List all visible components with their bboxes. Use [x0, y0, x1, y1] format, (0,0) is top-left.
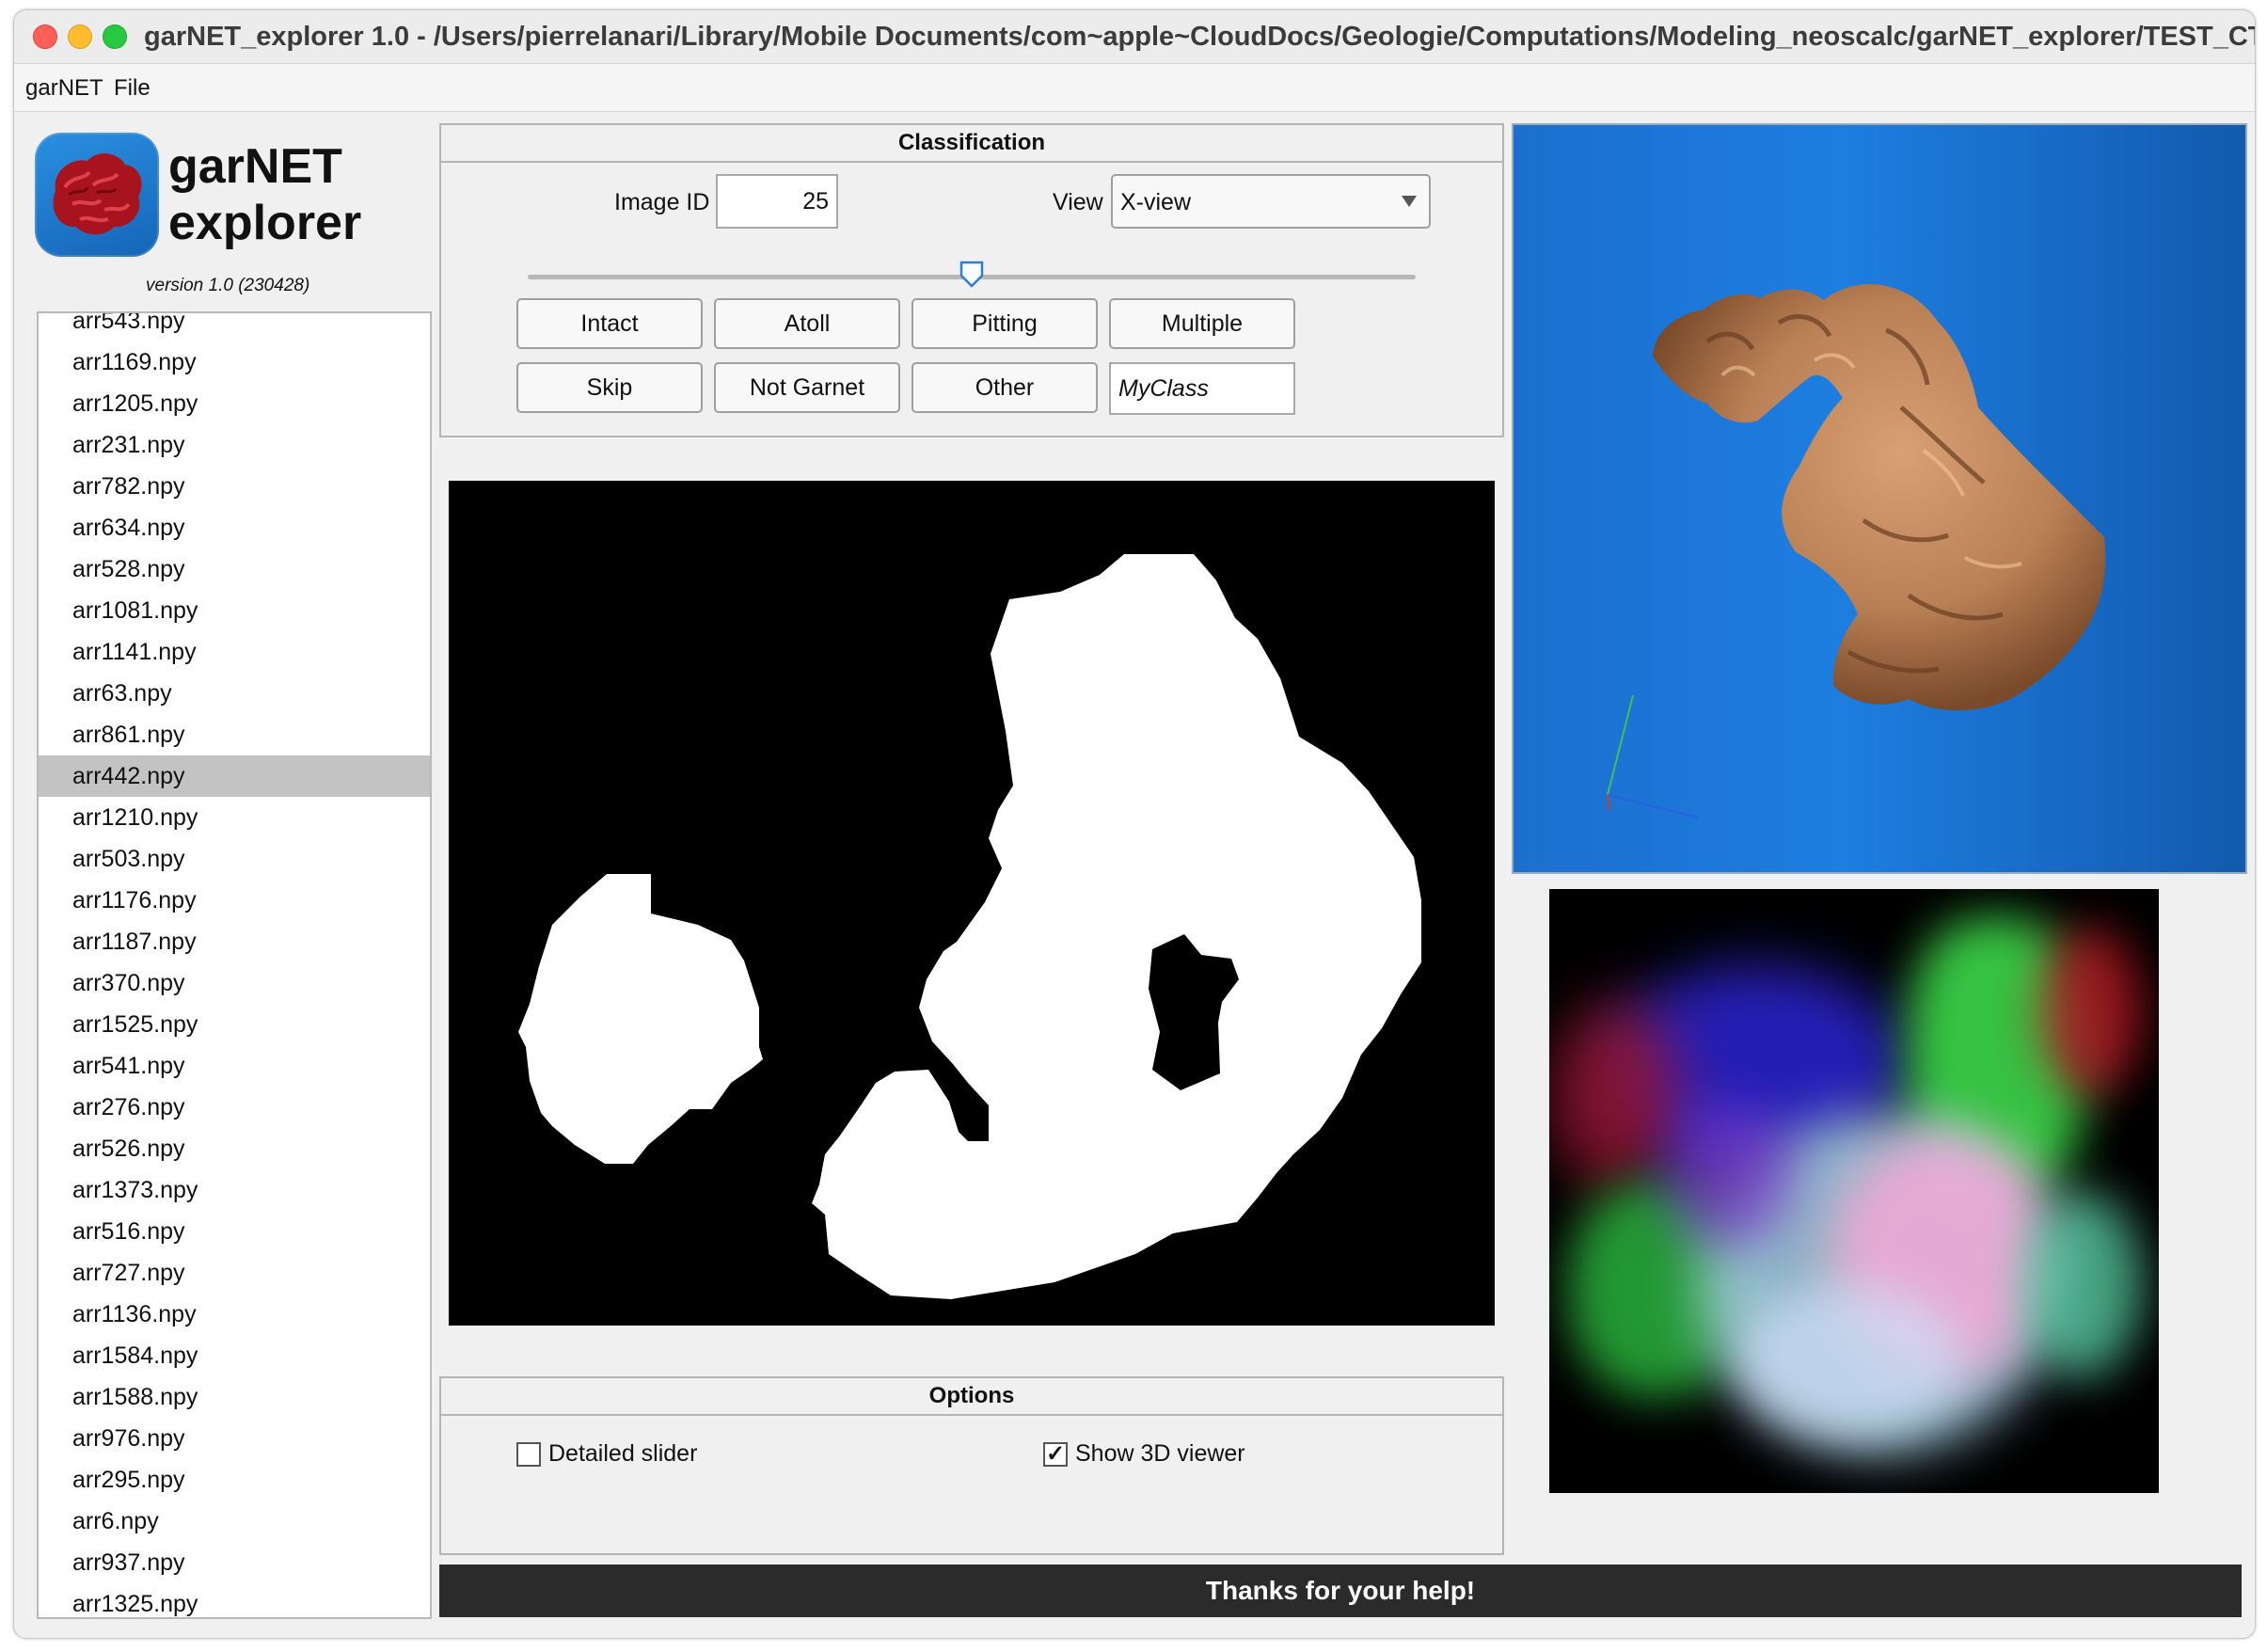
- garnet-3d-render: [1607, 283, 2106, 818]
- image-id-label: Image ID: [614, 189, 710, 215]
- view-dropdown[interactable]: X-view: [1111, 174, 1431, 229]
- show-3d-viewer-checkbox[interactable]: ✓: [1043, 1442, 1068, 1467]
- file-list-item[interactable]: arr1584.npy: [39, 1335, 430, 1376]
- pitting-button[interactable]: Pitting: [912, 298, 1098, 349]
- file-list-item[interactable]: arr782.npy: [39, 466, 430, 507]
- color-projection-image: [1549, 889, 2159, 1493]
- file-list-item[interactable]: arr1176.npy: [39, 880, 430, 921]
- file-list-item[interactable]: arr442.npy: [39, 755, 430, 797]
- menu-file[interactable]: File: [114, 75, 151, 102]
- file-list-item[interactable]: arr937.npy: [39, 1542, 430, 1583]
- file-list-item[interactable]: arr1210.npy: [39, 797, 430, 838]
- detailed-slider-label: Detailed slider: [548, 1440, 698, 1467]
- file-list-item[interactable]: arr1205.npy: [39, 383, 430, 424]
- show-3d-viewer-label: Show 3D viewer: [1075, 1440, 1245, 1467]
- app-window: garNET_explorer 1.0 - /Users/pierrelanar…: [13, 9, 2256, 1639]
- file-list-item[interactable]: arr1169.npy: [39, 342, 430, 383]
- classification-panel: Classification Image ID 25 View X-view I…: [439, 123, 1504, 437]
- file-list-item[interactable]: arr543.npy: [39, 313, 430, 342]
- view-label: View: [1053, 189, 1103, 215]
- app-name-line1: garNET: [168, 139, 342, 194]
- 3d-viewer[interactable]: [1512, 123, 2247, 874]
- file-list-item[interactable]: arr861.npy: [39, 714, 430, 755]
- file-list-item[interactable]: arr1081.npy: [39, 590, 430, 631]
- status-footer: Thanks for your help!: [439, 1565, 2242, 1617]
- detailed-slider-checkbox[interactable]: [516, 1442, 541, 1467]
- file-list-item[interactable]: arr634.npy: [39, 507, 430, 548]
- close-window-button[interactable]: [33, 24, 57, 49]
- custom-class-input[interactable]: MyClass: [1109, 362, 1295, 415]
- file-list-item[interactable]: arr1136.npy: [39, 1294, 430, 1335]
- file-list-item[interactable]: arr526.npy: [39, 1128, 430, 1169]
- chevron-down-icon: [1402, 196, 1417, 207]
- skip-button[interactable]: Skip: [516, 362, 703, 413]
- options-header: Options: [441, 1378, 1502, 1416]
- multiple-button[interactable]: Multiple: [1109, 298, 1295, 349]
- classification-header: Classification: [441, 125, 1502, 163]
- image-slider[interactable]: [528, 261, 1416, 298]
- file-list-item[interactable]: arr1187.npy: [39, 921, 430, 962]
- menu-bar: garNET File: [14, 64, 2255, 112]
- options-panel: Options Detailed slider ✓ Show 3D viewer: [439, 1376, 1504, 1555]
- file-list-item[interactable]: arr1373.npy: [39, 1169, 430, 1211]
- app-logo-icon: [35, 133, 159, 257]
- atoll-button[interactable]: Atoll: [714, 298, 900, 349]
- image-id-input[interactable]: 25: [716, 174, 838, 229]
- file-list-item[interactable]: arr976.npy: [39, 1418, 430, 1459]
- app-name: garNET explorer: [168, 138, 361, 251]
- file-list[interactable]: arr543.npy arr1169.npy arr1205.npy arr231.n…: [37, 311, 432, 1619]
- slice-mask-shapes: [518, 554, 1421, 1299]
- file-list-item[interactable]: arr528.npy: [39, 548, 430, 590]
- file-list-item[interactable]: arr727.npy: [39, 1252, 430, 1294]
- version-label: version 1.0 (230428): [146, 276, 310, 295]
- view-dropdown-value: X-view: [1120, 189, 1192, 215]
- file-list-item[interactable]: arr276.npy: [39, 1087, 430, 1128]
- menu-garnet[interactable]: garNET: [25, 75, 103, 102]
- file-list-item[interactable]: arr63.npy: [39, 673, 430, 714]
- file-list-item[interactable]: arr295.npy: [39, 1459, 430, 1501]
- app-name-line2: explorer: [168, 196, 362, 250]
- zoom-window-button[interactable]: [103, 24, 127, 49]
- not-garnet-button[interactable]: Not Garnet: [714, 362, 900, 413]
- file-list-item[interactable]: arr516.npy: [39, 1211, 430, 1252]
- window-title: garNET_explorer 1.0 - /Users/pierrelanar…: [144, 22, 2256, 52]
- file-list-item[interactable]: arr1325.npy: [39, 1583, 430, 1617]
- file-list-item[interactable]: arr231.npy: [39, 424, 430, 466]
- other-button[interactable]: Other: [912, 362, 1098, 413]
- file-list-item[interactable]: arr541.npy: [39, 1045, 430, 1087]
- intact-button[interactable]: Intact: [516, 298, 703, 349]
- file-list-item[interactable]: arr1525.npy: [39, 1004, 430, 1045]
- file-list-item[interactable]: arr503.npy: [39, 838, 430, 880]
- title-bar: garNET_explorer 1.0 - /Users/pierrelanar…: [14, 10, 2255, 64]
- file-list-item[interactable]: arr1141.npy: [39, 631, 430, 673]
- minimize-window-button[interactable]: [68, 24, 92, 49]
- file-list-item[interactable]: arr370.npy: [39, 962, 430, 1004]
- file-list-item[interactable]: arr6.npy: [39, 1501, 430, 1542]
- file-list-item[interactable]: arr1588.npy: [39, 1376, 430, 1418]
- slice-image: [449, 481, 1495, 1326]
- slider-thumb[interactable]: [959, 261, 984, 289]
